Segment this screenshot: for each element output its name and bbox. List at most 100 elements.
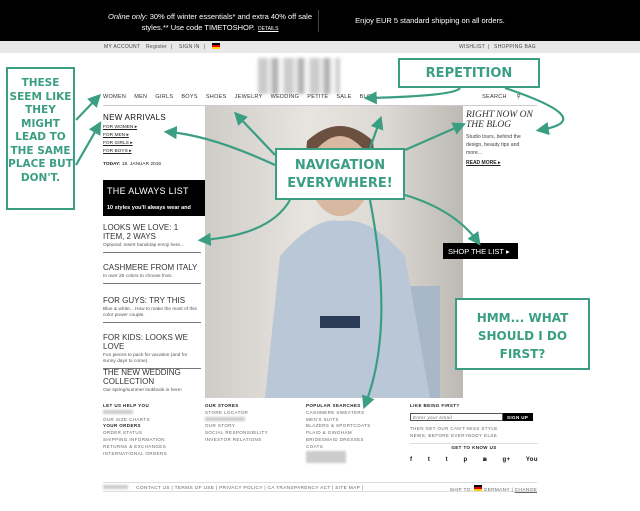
nav-women[interactable]: WOMEN xyxy=(103,94,126,100)
contact-us-link[interactable]: CONTACT US xyxy=(136,486,170,491)
annotation-hmm: HMM... WHAT SHOULD I DO FIRST? xyxy=(455,298,590,370)
link-for-women[interactable]: FOR WOMEN ▸ xyxy=(103,125,205,130)
link-for-boys[interactable]: FOR BOYS ▸ xyxy=(103,149,205,154)
get-to-know-heading: GET TO KNOW US xyxy=(451,445,497,450)
shipping-info-link[interactable]: SHIPPING INFORMATION xyxy=(103,437,165,442)
nav-wedding[interactable]: WEDDING xyxy=(271,94,300,100)
tumblr-icon[interactable]: t xyxy=(446,457,448,464)
new-arrivals-heading: NEW ARRIVALS xyxy=(103,113,167,122)
promo-label: Online only: xyxy=(107,12,148,21)
link-for-girls[interactable]: FOR GIRLS ▸ xyxy=(103,141,205,146)
investor-relations-link[interactable]: INVESTOR RELATIONS xyxy=(205,437,262,442)
register-link[interactable]: Register xyxy=(146,44,167,50)
separator: | xyxy=(488,44,490,50)
nav-girls[interactable]: GIRLS xyxy=(155,94,173,100)
promo-offer: Online only: 30% off winter essentials* … xyxy=(105,11,315,35)
annotation-same-place: THESE SEEM LIKE THEY MIGHT LEAD TO THE S… xyxy=(6,67,75,210)
annotation-repetition: REPETITION xyxy=(398,58,540,88)
social-responsibility-link[interactable]: SOCIAL RESPONSIBILITY xyxy=(205,430,268,435)
blog-title[interactable]: RIGHT NOW ON THE BLOG xyxy=(466,110,536,130)
account-bar: MY ACCOUNT Register | SIGN IN | WISHLIST… xyxy=(0,41,640,53)
germany-flag-icon[interactable] xyxy=(212,43,220,49)
story-for-kids[interactable]: FOR KIDS: LOOKS WE LOVE Fun pieces to pac… xyxy=(103,333,201,369)
youtube-icon[interactable]: You xyxy=(526,457,538,464)
story-for-guys[interactable]: FOR GUYS: TRY THIS Blue & white... How to… xyxy=(103,296,201,323)
pinterest-icon[interactable]: p xyxy=(463,457,467,464)
blurred-link[interactable] xyxy=(205,416,245,421)
country: GERMANY xyxy=(483,488,510,493)
shopping-bag-link[interactable]: SHOPPING BAG xyxy=(494,44,536,50)
email-input[interactable]: Enter your email xyxy=(410,413,503,421)
stores-heading: OUR STORES xyxy=(205,403,239,408)
my-account-link[interactable]: MY ACCOUNT xyxy=(104,44,140,50)
blurred-link[interactable] xyxy=(103,409,133,414)
newsletter-text: THEN GET OUR CAN'T-MISS STYLE NEWS, BEFO… xyxy=(410,426,499,438)
blurred-links[interactable] xyxy=(306,450,346,463)
store-locator-link[interactable]: STORE LOCATOR xyxy=(205,410,248,415)
story-wedding[interactable]: THE NEW WEDDING COLLECTION Our spring/sum… xyxy=(103,368,201,397)
search-link[interactable]: COATS xyxy=(306,444,323,449)
change-country-link[interactable]: CHANGE xyxy=(515,488,537,493)
today-date: TODAY: 18. JANUAR 2016 xyxy=(103,162,162,167)
annotation-navigation: NAVIGATION EVERYWHERE! xyxy=(275,148,405,200)
size-charts-link[interactable]: OUR SIZE CHARTS xyxy=(103,417,150,422)
privacy-link[interactable]: PRIVACY POLICY xyxy=(219,486,263,491)
main-nav: WOMEN MEN GIRLS BOYS SHOES JEWELRY WEDDING PETI… xyxy=(103,94,537,106)
arrow-to-new-arrivals xyxy=(75,121,102,166)
search-link[interactable]: BLAZERS & SPORTCOATS xyxy=(306,423,371,428)
our-story-link[interactable]: OUR STORY xyxy=(205,423,235,428)
left-column: NEW ARRIVALS FOR WOMEN ▸ FOR MEN ▸ FOR G… xyxy=(103,108,205,167)
divider xyxy=(318,10,319,32)
searches-heading: POPULAR SEARCHES xyxy=(306,403,361,408)
nav-petite[interactable]: PETITE xyxy=(307,94,328,100)
sign-in-link[interactable]: SIGN IN xyxy=(179,44,200,50)
wishlist-link[interactable]: WISHLIST xyxy=(459,44,485,50)
nav-sale[interactable]: SALE xyxy=(336,94,351,100)
search-link[interactable]: BRIDESMAID DRESSES xyxy=(306,437,364,442)
returns-link[interactable]: RETURNS & EXCHANGES xyxy=(103,444,166,449)
ca-transparency-link[interactable]: CA TRANSPARENCY ACT xyxy=(268,486,331,491)
order-status-link[interactable]: ORDER STATUS xyxy=(103,430,142,435)
newsletter-heading: LIKE BEING FIRST? xyxy=(410,403,460,408)
international-orders-link[interactable]: INTERNATIONAL ORDERS xyxy=(103,451,167,456)
search-link[interactable]: MEN'S SUITS xyxy=(306,417,339,422)
search-icon: ⚲ xyxy=(516,94,521,100)
germany-flag-icon xyxy=(473,485,482,491)
terms-link[interactable]: TERMS OF USE xyxy=(175,486,215,491)
help-heading: LET US HELP YOU xyxy=(103,403,150,408)
logo-blurred[interactable] xyxy=(258,58,340,94)
search-link[interactable]: CASHMERE SWEATERS xyxy=(306,410,364,415)
nav-boys[interactable]: BOYS xyxy=(181,94,197,100)
link-for-men[interactable]: FOR MEN ▸ xyxy=(103,133,205,138)
ship-to: SHIP TO: GERMANY | CHANGE xyxy=(450,485,537,493)
facebook-icon[interactable]: f xyxy=(410,457,412,464)
blurred-copyright xyxy=(103,485,128,489)
nav-blog[interactable]: BLOG xyxy=(360,94,376,100)
google-plus-icon[interactable]: g+ xyxy=(502,457,510,464)
site-map-link[interactable]: SITE MAP xyxy=(335,486,360,491)
shipping-offer: Enjoy EUR 5 standard shipping on all ord… xyxy=(355,16,505,25)
always-list-title: THE ALWAYS LIST xyxy=(107,186,189,196)
story-cashmere[interactable]: CASHMERE FROM ITALY In over 25 colors to … xyxy=(103,263,201,284)
twitter-icon[interactable]: t xyxy=(428,457,430,464)
nav-shoes[interactable]: SHOES xyxy=(206,94,227,100)
footer-searches: POPULAR SEARCHES CASHMERE SWEATERS MEN'S… xyxy=(306,403,371,465)
always-list-banner[interactable]: THE ALWAYS LIST 10 styles you'll always … xyxy=(103,180,205,229)
promo-text: 30% off winter essentials* and extra 40%… xyxy=(141,12,313,32)
search-label: SEARCH xyxy=(482,94,507,100)
footer-stores: OUR STORES STORE LOCATOR OUR STORY SOCIA… xyxy=(205,403,268,444)
sign-up-button[interactable]: SIGN UP xyxy=(503,413,533,421)
separator: | xyxy=(171,44,173,50)
details-link[interactable]: DETAILS xyxy=(258,26,278,32)
read-more-link[interactable]: READ MORE ▸ xyxy=(466,160,536,166)
shop-the-list-button[interactable]: SHOP THE LIST ▸ xyxy=(443,243,518,259)
separator: | xyxy=(204,44,206,50)
search-button[interactable]: SEARCH ⚲ xyxy=(482,94,529,100)
instagram-icon[interactable]: ◙ xyxy=(483,457,487,464)
nav-men[interactable]: MEN xyxy=(134,94,147,100)
nav-jewelry[interactable]: JEWELRY xyxy=(235,94,263,100)
arrow-to-nav xyxy=(75,93,102,121)
story-looks-we-love[interactable]: LOOKS WE LOVE: 1 ITEM, 2 WAYS Optional: I… xyxy=(103,223,201,253)
orders-heading: YOUR ORDERS xyxy=(103,423,141,429)
search-link[interactable]: PLAID & GINGHAM xyxy=(306,430,352,435)
